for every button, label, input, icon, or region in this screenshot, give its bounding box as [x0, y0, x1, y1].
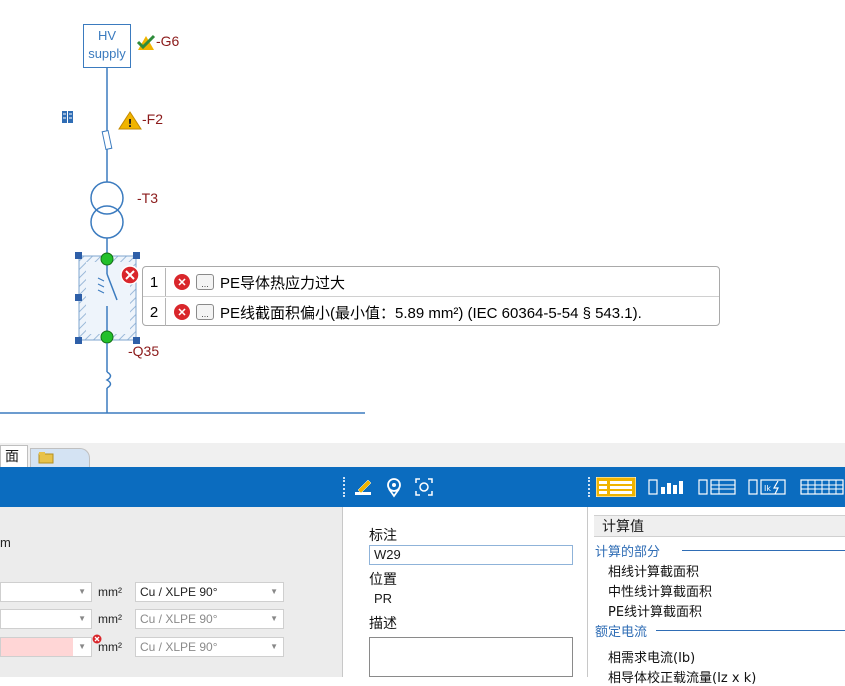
chevron-down-icon: ▼ [78, 642, 86, 651]
details-button[interactable]: ... [196, 274, 214, 290]
description-label: 描述 [369, 616, 397, 632]
list-view-icon[interactable] [596, 477, 636, 497]
cable-properties-panel: m ▼ mm² Cu / XLPE 90° ▼ ▼ mm² Cu / XLPE 9… [0, 507, 342, 677]
error-x-icon: ✕ [174, 304, 190, 320]
neutral-material-value: Cu / XLPE 90° [140, 612, 218, 626]
identification-panel: 标注 W29 位置 PR 描述 [342, 507, 588, 677]
details-button[interactable]: ... [196, 304, 214, 320]
error-row-2[interactable]: 2 ✕ ... PE线截面积偏小(最小值：5.89 mm²) (IEC 6036… [143, 298, 719, 326]
label-t3[interactable]: -T3 [137, 190, 158, 206]
tab-secondary[interactable] [30, 448, 90, 467]
description-input[interactable] [369, 637, 573, 677]
calculated-values-header[interactable]: 计算值 [594, 515, 845, 537]
toolbar: Ik [0, 467, 845, 507]
error-row-1[interactable]: 1 ✕ ... PE导体热应力过大 [143, 268, 719, 296]
group-rated-current[interactable]: 额定电流 [595, 621, 647, 640]
position-input[interactable]: PR [369, 589, 573, 609]
label-f2[interactable]: -F2 [142, 111, 163, 127]
pe-material-value: Cu / XLPE 90° [140, 640, 218, 654]
error-row-number: 1 [149, 273, 159, 291]
item-neutral-section[interactable]: 中性线计算截面积 [608, 581, 712, 600]
grip-handle[interactable] [588, 477, 592, 497]
hv-supply-block[interactable]: HV supply [83, 24, 131, 68]
phase-material-value: Cu / XLPE 90° [140, 585, 218, 599]
pe-section-unit: mm² [98, 640, 122, 654]
short-circuit-view-icon[interactable]: Ik [748, 477, 788, 497]
item-pe-section[interactable]: PE线计算截面积 [608, 601, 702, 620]
error-row-number: 2 [149, 303, 159, 321]
pencil-edit-icon[interactable] [353, 476, 375, 498]
group-computed-sections[interactable]: 计算的部分 [595, 541, 660, 560]
neutral-material-select[interactable]: Cu / XLPE 90° ▼ [135, 609, 284, 629]
calculated-values-panel: 计算值 计算的部分 相线计算截面积 中性线计算截面积 PE线计算截面积 额定电流… [588, 507, 845, 686]
error-x-icon: ✕ [174, 274, 190, 290]
tag-label: 标注 [369, 528, 397, 544]
svg-text:Ik: Ik [764, 484, 771, 493]
chevron-down-icon: ▼ [78, 614, 86, 623]
single-line-diagram[interactable]: ! HV supply -G6 -F2 -T3 -Q35 1 ✕ ... PE导… [0, 0, 845, 440]
location-pin-icon[interactable] [383, 476, 405, 498]
folder-icon [38, 452, 54, 464]
phase-section-select[interactable]: ▼ [0, 582, 92, 602]
error-badge-icon[interactable] [120, 265, 140, 285]
divider [143, 296, 719, 297]
divider [165, 268, 166, 296]
chevron-down-icon: ▼ [270, 587, 278, 596]
check-warning-icon[interactable] [136, 34, 156, 50]
phase-material-select[interactable]: Cu / XLPE 90° ▼ [135, 582, 284, 602]
error-message: PE导体热应力过大 [220, 274, 346, 292]
phase-section-unit: mm² [98, 585, 122, 599]
book-icon[interactable] [62, 111, 73, 123]
divider [682, 550, 845, 551]
grid-view-icon[interactable] [800, 477, 845, 497]
length-unit: m [0, 535, 11, 550]
label-g6[interactable]: -G6 [156, 33, 179, 49]
tag-input[interactable]: W29 [369, 545, 573, 565]
pe-section-select[interactable]: ▼ [0, 637, 92, 657]
warning-icon[interactable]: ! [118, 111, 142, 130]
position-label: 位置 [369, 572, 397, 588]
error-popup: 1 ✕ ... PE导体热应力过大 2 ✕ ... PE线截面积偏小(最小值：5… [142, 266, 720, 326]
grip-handle[interactable] [343, 477, 347, 497]
neutral-section-select[interactable]: ▼ [0, 609, 92, 629]
table-view-icon[interactable] [698, 477, 738, 497]
svg-text:!: ! [127, 117, 132, 130]
chevron-down-icon: ▼ [270, 642, 278, 651]
label-q35[interactable]: -Q35 [128, 343, 159, 359]
item-phase-section[interactable]: 相线计算截面积 [608, 561, 699, 580]
hv-supply-line1: HV [97, 28, 117, 43]
chevron-down-icon: ▼ [78, 587, 86, 596]
neutral-section-unit: mm² [98, 612, 122, 626]
chevron-down-icon: ▼ [270, 614, 278, 623]
error-message: PE线截面积偏小(最小值：5.89 mm²) (IEC 60364-5-54 §… [220, 304, 642, 322]
hv-supply-line2: supply [88, 46, 126, 61]
bar-chart-view-icon[interactable] [648, 477, 688, 497]
tab-active[interactable]: 面 [0, 445, 28, 467]
item-phase-demand-current[interactable]: 相需求电流(Ib) [608, 647, 695, 666]
zoom-fit-icon[interactable] [413, 476, 435, 498]
pe-material-select[interactable]: Cu / XLPE 90° ▼ [135, 637, 284, 657]
tab-strip [0, 443, 845, 467]
divider [656, 630, 845, 631]
divider [165, 298, 166, 326]
